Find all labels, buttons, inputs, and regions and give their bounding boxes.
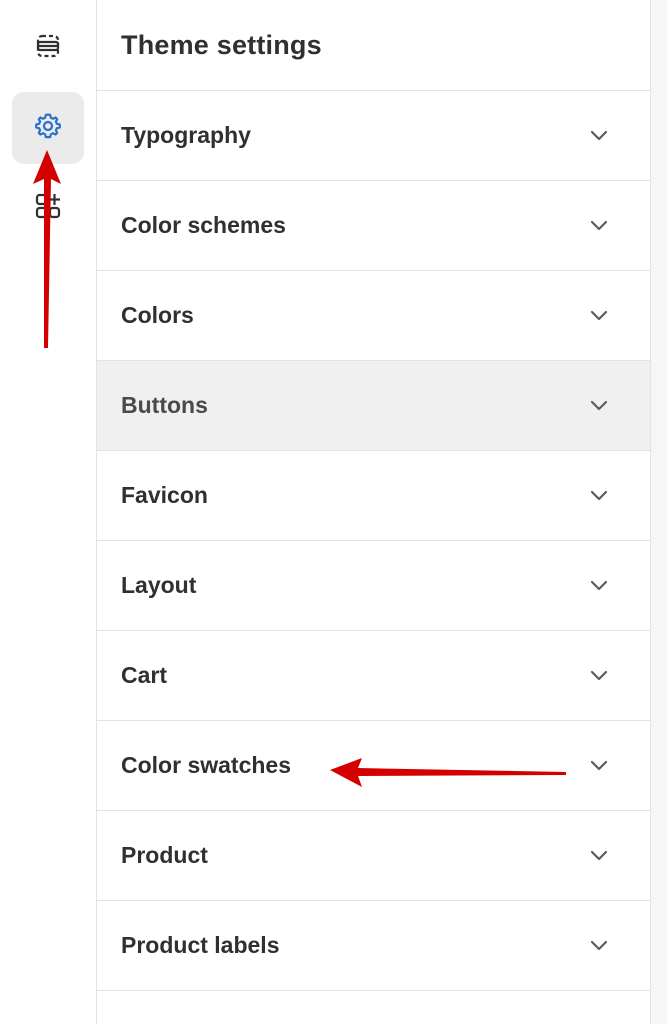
sidebar-rail — [0, 0, 96, 1024]
settings-item-label: Cart — [121, 662, 168, 688]
chevron-down-icon — [588, 395, 610, 417]
theme-editor: Theme settings Typography Color schemes … — [0, 0, 667, 1024]
settings-item-label: Product — [121, 842, 208, 868]
settings-item-typography[interactable]: Typography — [97, 91, 650, 181]
chevron-down-icon — [588, 755, 610, 777]
gear-icon — [33, 111, 63, 146]
settings-item-layout[interactable]: Layout — [97, 541, 650, 631]
settings-item-label: Color swatches — [121, 752, 291, 778]
scroll-gutter — [651, 0, 667, 1024]
panel-header: Theme settings — [97, 0, 650, 91]
settings-item-color-swatches[interactable]: Color swatches — [97, 721, 650, 811]
settings-item-label: Layout — [121, 572, 197, 598]
settings-item-favicon[interactable]: Favicon — [97, 451, 650, 541]
chevron-down-icon — [588, 305, 610, 327]
chevron-down-icon — [588, 575, 610, 597]
theme-settings-panel: Theme settings Typography Color schemes … — [96, 0, 651, 1024]
settings-item-label: Typography — [121, 122, 251, 148]
theme-settings-button[interactable] — [12, 92, 84, 164]
settings-item-product-labels[interactable]: Product labels — [97, 901, 650, 991]
chevron-down-icon — [588, 485, 610, 507]
apps-button[interactable] — [12, 172, 84, 244]
settings-item-label: Product labels — [121, 932, 280, 958]
page-title: Theme settings — [121, 29, 322, 60]
settings-item-product[interactable]: Product — [97, 811, 650, 901]
settings-item-label: Color schemes — [121, 212, 286, 238]
apps-add-icon — [34, 192, 62, 225]
chevron-down-icon — [588, 935, 610, 957]
chevron-down-icon — [588, 125, 610, 147]
chevron-down-icon — [588, 845, 610, 867]
chevron-down-icon — [588, 215, 610, 237]
settings-item-colors[interactable]: Colors — [97, 271, 650, 361]
sections-button[interactable] — [12, 12, 84, 84]
settings-item-color-schemes[interactable]: Color schemes — [97, 181, 650, 271]
settings-item-cart[interactable]: Cart — [97, 631, 650, 721]
settings-item-buttons[interactable]: Buttons — [97, 361, 650, 451]
sections-icon — [35, 33, 61, 64]
settings-item-label: Colors — [121, 302, 194, 328]
chevron-down-icon — [588, 665, 610, 687]
settings-item-label: Favicon — [121, 482, 208, 508]
settings-item-label: Buttons — [121, 392, 208, 418]
